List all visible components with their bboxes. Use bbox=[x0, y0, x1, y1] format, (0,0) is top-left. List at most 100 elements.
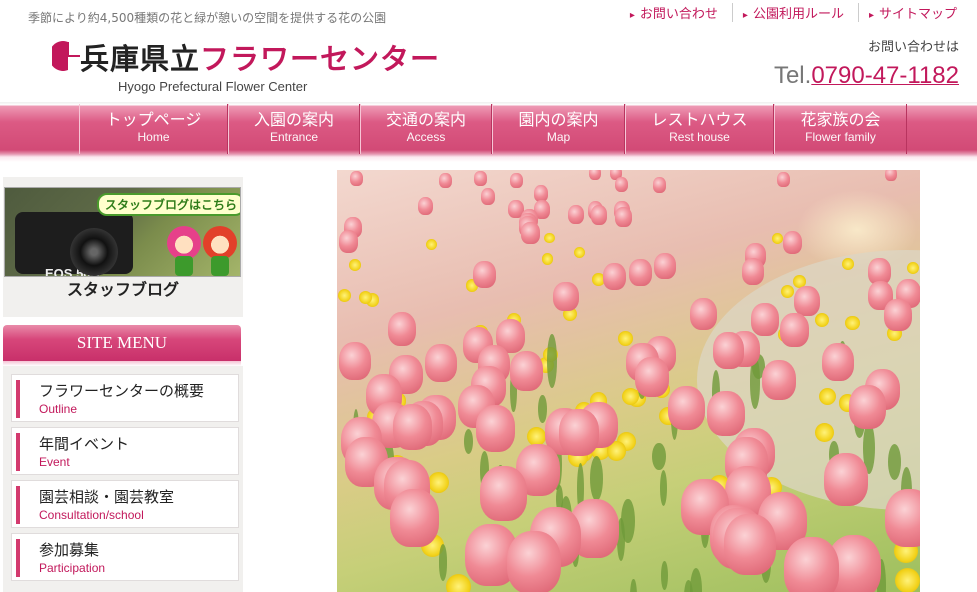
yellow-flower bbox=[845, 315, 860, 331]
yellow-flower bbox=[445, 574, 472, 592]
staff-blog-link[interactable]: スタッフブログ bbox=[3, 276, 243, 300]
site-menu-heading: SITE MENU bbox=[3, 325, 241, 366]
nav-item-home[interactable]: トップページ Home bbox=[79, 104, 228, 154]
nav-item-label: 園内の案内 bbox=[518, 110, 599, 129]
tulip-flower bbox=[848, 384, 886, 429]
leaf bbox=[590, 455, 604, 502]
nav-item-label: レストハウス bbox=[651, 110, 748, 129]
tulip-flower bbox=[821, 342, 855, 381]
phone-number-value: 0790-47-1182 bbox=[811, 62, 959, 89]
leaf bbox=[660, 561, 668, 591]
menu-item-consultation[interactable]: 園芸相談・園芸教室 Consultation/school bbox=[11, 480, 239, 528]
contact-label: お問い合わせは bbox=[867, 40, 959, 55]
logo-title-prefix: 兵庫県立 bbox=[80, 42, 201, 76]
nav-item-sublabel: Rest house bbox=[669, 130, 730, 144]
menu-item-label: 園芸相談・園芸教室 bbox=[39, 488, 175, 506]
tulip-flower bbox=[521, 222, 540, 244]
tulip-flower bbox=[723, 514, 776, 576]
tulip-flower bbox=[387, 311, 417, 346]
menu-item-sublabel: Event bbox=[39, 455, 70, 469]
logo-title: 兵庫県立フラワーセンター bbox=[80, 36, 440, 78]
nav-item-sublabel: Home bbox=[137, 130, 170, 144]
tulip-flower bbox=[339, 342, 372, 380]
staff-blog-banner-image[interactable]: EOS 50D スタッフブログはこちら bbox=[4, 187, 241, 277]
yellow-flower bbox=[814, 312, 829, 327]
phone-number[interactable]: Tel.0790-47-1182 bbox=[774, 62, 959, 90]
leaf bbox=[652, 443, 666, 471]
tulip-flower bbox=[629, 259, 652, 286]
tulip-flower bbox=[480, 187, 496, 205]
tulip-flower bbox=[589, 170, 602, 180]
utility-links: ▸ お問い合わせ ▸ 公園利用ルール ▸ サイトマップ bbox=[620, 3, 967, 22]
tulip-flower bbox=[707, 391, 745, 436]
tulip-flower bbox=[553, 281, 579, 312]
menu-item-marker bbox=[16, 486, 20, 524]
sitemap-link[interactable]: ▸ サイトマップ bbox=[859, 3, 967, 22]
nav-item-label: 花家族の会 bbox=[800, 110, 881, 129]
tulip-flower bbox=[424, 343, 458, 382]
park-rules-link[interactable]: ▸ 公園利用ルール bbox=[733, 3, 859, 22]
tulip-flower bbox=[653, 252, 676, 279]
yellow-flower bbox=[526, 426, 546, 446]
nav-item-entrance[interactable]: 入園の案内 Entrance bbox=[228, 104, 360, 154]
menu-item-marker bbox=[16, 380, 20, 418]
nav-item-sublabel: Flower family bbox=[805, 130, 876, 144]
arrow-right-icon: ▸ bbox=[629, 10, 635, 21]
tulip-flower bbox=[439, 172, 452, 188]
contact-link-label: お問い合わせ bbox=[639, 7, 718, 22]
nav-item-flower-family[interactable]: 花家族の会 Flower family bbox=[774, 104, 907, 154]
tulip-flower bbox=[417, 197, 434, 216]
mascot-pink-illustration bbox=[167, 226, 201, 260]
tulip-flower bbox=[614, 206, 632, 227]
nav-item-sublabel: Access bbox=[406, 130, 446, 144]
tulip-flower bbox=[779, 313, 809, 348]
nav-item-map[interactable]: 園内の案内 Map bbox=[492, 104, 625, 154]
leaf bbox=[538, 394, 547, 424]
mascot-red-illustration bbox=[203, 226, 237, 260]
arrow-right-icon: ▸ bbox=[742, 10, 748, 21]
tulip-flower bbox=[392, 403, 432, 451]
yellow-flower bbox=[425, 238, 437, 250]
tulip-flower bbox=[615, 176, 629, 193]
yellow-flower bbox=[543, 232, 555, 244]
menu-item-participation[interactable]: 参加募集 Participation bbox=[11, 533, 239, 581]
tulip-flower bbox=[473, 261, 497, 288]
nav-item-rest-house[interactable]: レストハウス Rest house bbox=[625, 104, 774, 154]
sitemap-link-label: サイトマップ bbox=[878, 7, 957, 22]
tulip-flower bbox=[885, 489, 920, 548]
tulip-flower bbox=[823, 452, 869, 506]
yellow-flower bbox=[574, 247, 586, 259]
menu-item-marker bbox=[16, 539, 20, 577]
nav-item-sublabel: Entrance bbox=[269, 130, 319, 144]
top-strip: 季節により約4,500種類の花と緑が憩いの空間を提供する花の公園 ▸ お問い合わせ… bbox=[0, 0, 977, 30]
tulip-flower bbox=[602, 263, 626, 291]
global-nav: トップページ Home 入園の案内 Entrance 交通の案内 Access 園内の… bbox=[79, 104, 907, 154]
tulip-flower bbox=[558, 409, 599, 457]
leaf bbox=[660, 470, 668, 506]
logo-title-main: フラワーセンター bbox=[200, 42, 441, 76]
tulip-flower bbox=[350, 171, 363, 186]
tulip-flower bbox=[507, 530, 561, 592]
yellow-flower bbox=[814, 423, 834, 443]
logo-english: Hyogo Prefectural Flower Center bbox=[118, 79, 308, 94]
tulip-flower bbox=[784, 537, 839, 592]
nav-item-access[interactable]: 交通の案内 Access bbox=[360, 104, 492, 154]
menu-item-event[interactable]: 年間イベント Event bbox=[11, 427, 239, 475]
park-rules-link-label: 公園利用ルール bbox=[752, 7, 844, 22]
menu-item-outline[interactable]: フラワーセンターの概要 Outline bbox=[11, 374, 239, 422]
yellow-flower bbox=[427, 471, 449, 493]
yellow-flower bbox=[337, 289, 351, 303]
site-logo[interactable]: 兵庫県立フラワーセンター Hyogo Prefectural Flower Ce… bbox=[50, 36, 439, 96]
menu-item-label: 参加募集 bbox=[39, 541, 100, 559]
contact-link[interactable]: ▸ お問い合わせ bbox=[620, 3, 733, 22]
tulip-flower bbox=[475, 405, 516, 452]
menu-item-label: フラワーセンターの概要 bbox=[39, 382, 205, 400]
leaf bbox=[630, 579, 637, 592]
nav-item-label: 交通の案内 bbox=[385, 110, 466, 129]
yellow-flower bbox=[771, 233, 783, 244]
tulip-flower bbox=[480, 466, 527, 521]
tulip-flower bbox=[509, 351, 544, 391]
menu-item-sublabel: Consultation/school bbox=[39, 508, 144, 522]
tulip-flower bbox=[590, 205, 608, 225]
yellow-flower bbox=[349, 259, 361, 272]
